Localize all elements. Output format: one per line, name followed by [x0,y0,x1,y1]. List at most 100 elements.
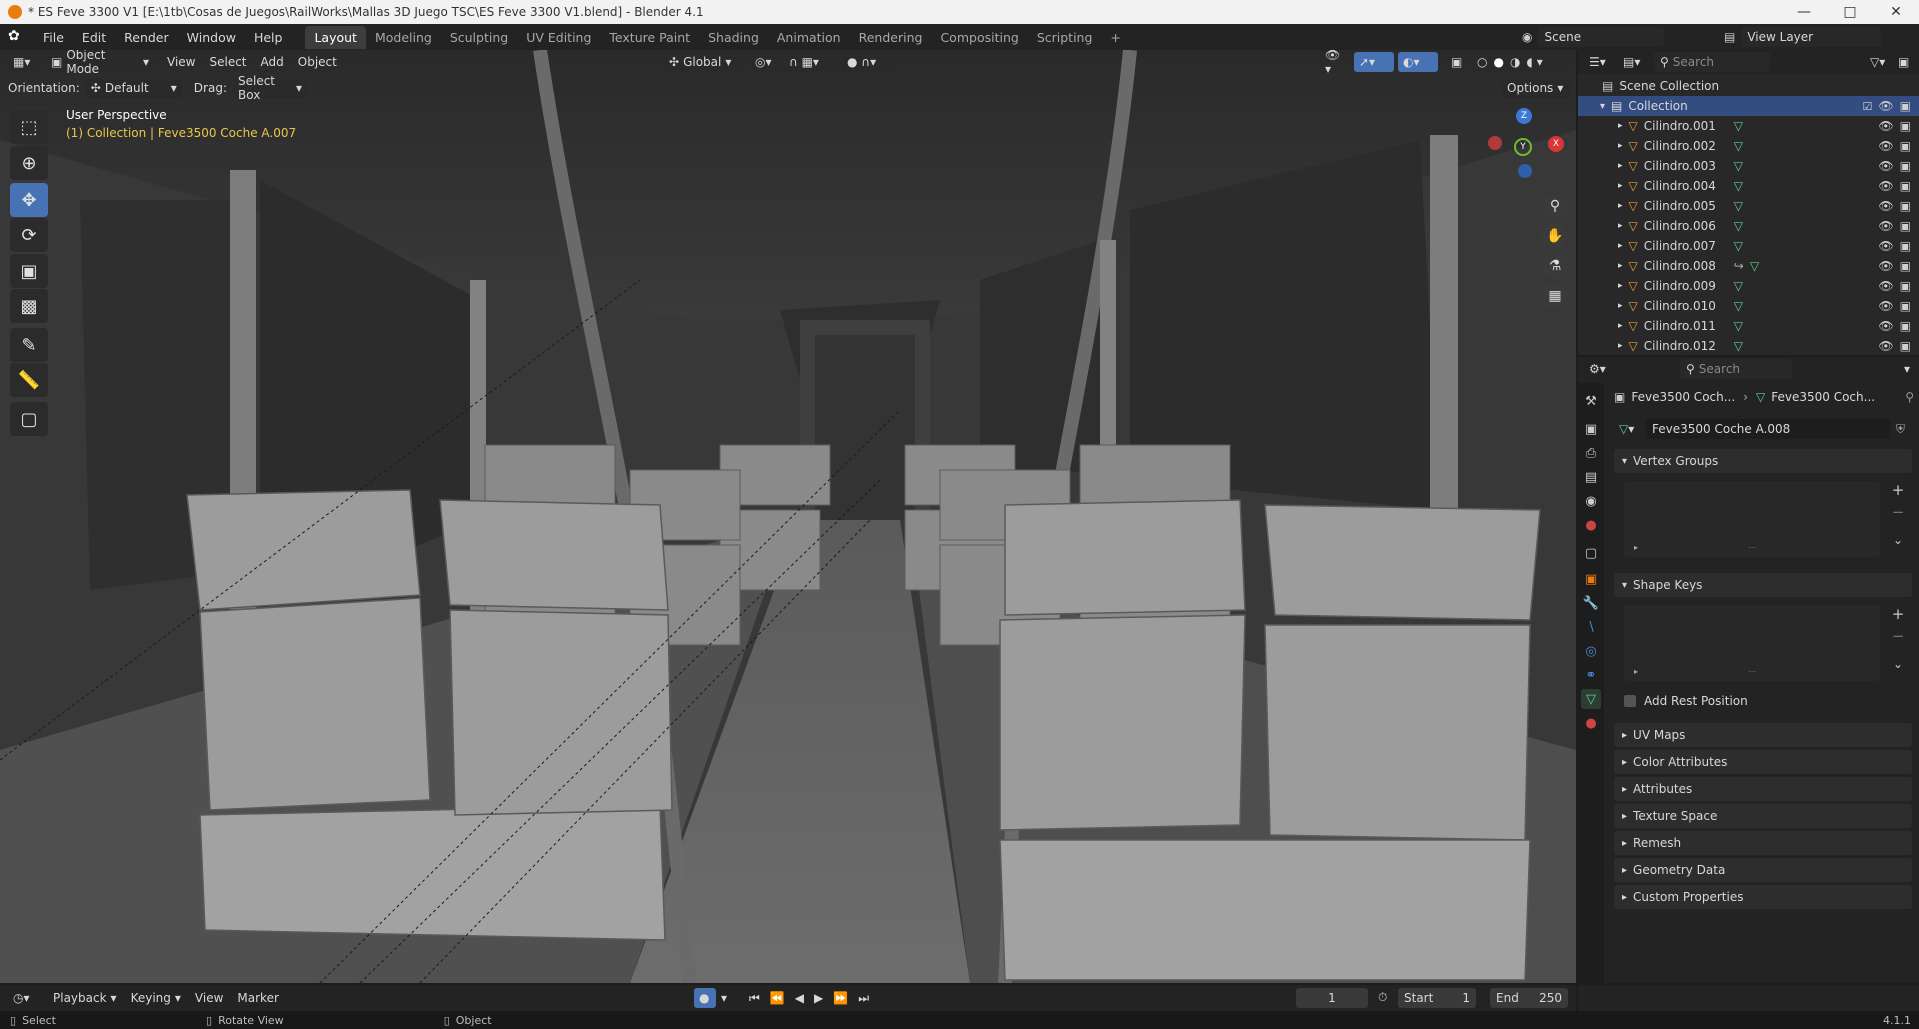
mesh-data-icon[interactable]: ▽ [1734,339,1743,353]
mesh-data-icon[interactable]: ▽ [1750,259,1759,273]
3d-viewport[interactable]: ▦▾ ▣ Object Mode ▾ View Select Add Objec… [0,50,1576,983]
modifier-icon[interactable]: ↪ [1734,259,1744,273]
navigation-gizmo[interactable]: Z Y X [1476,106,1572,186]
eye-icon[interactable]: 👁 [1878,219,1893,233]
world-tab-icon[interactable]: ● [1581,515,1601,535]
rotate-tool-icon[interactable]: ⟳ [10,218,48,252]
gizmo-y-axis[interactable]: Y [1514,138,1532,156]
list-item[interactable]: ▸ ▽ Cilindro.005 ▽ 👁 ▣ [1578,196,1919,216]
transform-tool-icon[interactable]: ▩ [10,289,48,323]
tab-rendering[interactable]: Rendering [850,26,932,49]
particles-tab-icon[interactable]: ∖ [1581,617,1601,637]
tab-layout[interactable]: Layout [305,25,366,49]
chevron-right-icon[interactable]: ▸ [1618,181,1623,191]
solid-shading-icon[interactable]: ● [1493,55,1503,69]
pin-icon[interactable]: ⚲ [1905,390,1914,404]
camera-icon[interactable]: ▣ [1900,139,1911,153]
playback-menu[interactable]: Playback ▾ [48,988,122,1008]
mesh-data-icon[interactable]: ▽ [1734,319,1743,333]
list-item[interactable]: ▸ ▽ Cilindro.008 ↪ ▽ 👁 ▣ [1578,256,1919,276]
mesh-data-icon[interactable]: ▽ [1734,179,1743,193]
eye-icon[interactable]: 👁 [1878,299,1893,313]
chevron-down-icon[interactable]: ▾ [716,988,732,1008]
eye-icon[interactable]: 👁 [1878,279,1893,293]
overlay-toggle-icon[interactable]: ◐▾ [1398,52,1438,72]
scale-tool-icon[interactable]: ▣ [10,254,48,288]
scene-selector[interactable]: ◉ Scene [1522,27,1665,47]
grid-perspective-icon[interactable]: ▦ [1542,283,1568,309]
jump-end-icon[interactable]: ⏭ [853,988,874,1008]
list-item[interactable]: ▸ ▽ Cilindro.006 ▽ 👁 ▣ [1578,216,1919,236]
wireframe-shading-icon[interactable]: ○ [1477,55,1487,69]
record-icon[interactable]: ● [694,988,716,1008]
eye-icon[interactable]: 👁 [1878,139,1893,153]
camera-icon[interactable]: ▣ [1900,259,1911,273]
tab-modeling[interactable]: Modeling [366,26,441,49]
chevron-right-icon[interactable]: ▸ [1618,221,1623,231]
tab-shading[interactable]: Shading [699,26,768,49]
list-item[interactable]: ▸ ▽ Cilindro.004 ▽ 👁 ▣ [1578,176,1919,196]
marker-menu[interactable]: Marker [232,988,283,1008]
editor-type-icon[interactable]: ▦▾ [8,52,40,72]
mesh-browse-icon[interactable]: ▽ ▾ [1614,419,1642,439]
eye-icon[interactable]: 👁 [1878,319,1893,333]
checkbox-icon[interactable]: ☑ [1863,100,1873,113]
timeline-view-menu[interactable]: View [190,988,228,1008]
eye-icon[interactable]: 👁 [1878,239,1893,253]
blender-menu-icon[interactable]: ✿ [8,28,26,46]
chevron-right-icon[interactable]: ▸ [1618,261,1623,271]
shape-keys-panel-header[interactable]: ▾ Shape Keys [1614,573,1912,597]
eye-icon[interactable]: 👁 [1878,99,1893,113]
tool-tab-icon[interactable]: ⚒ [1581,391,1601,411]
list-item[interactable]: ▸ ▽ Cilindro.007 ▽ 👁 ▣ [1578,236,1919,256]
fake-user-shield-icon[interactable]: ⛨ [1896,422,1905,437]
display-mode-icon[interactable]: ▤▾ [1618,52,1648,72]
filter-icon[interactable]: ▽▾ [1865,52,1893,72]
render-tab-icon[interactable]: ▣ [1581,419,1601,439]
list-item[interactable]: ▸ ▽ Cilindro.002 ▽ 👁 ▣ [1578,136,1919,156]
tab-uv-editing[interactable]: UV Editing [517,26,600,49]
chevron-right-icon[interactable]: ▸ [1618,321,1623,331]
tab-texture-paint[interactable]: Texture Paint [600,26,699,49]
menu-select[interactable]: Select [204,52,251,72]
gizmo-neg-z-icon[interactable] [1518,164,1532,178]
scene-field[interactable]: Scene [1538,27,1665,47]
eye-icon[interactable]: 👁 [1878,199,1893,213]
view-layer-field[interactable]: View Layer [1741,27,1882,47]
start-frame-field[interactable]: Start 1 [1398,988,1476,1008]
options-button[interactable]: Options ▾ [1502,78,1570,98]
output-tab-icon[interactable]: ⎙ [1581,443,1601,463]
physics-tab-icon[interactable]: ◎ [1581,641,1601,661]
material-tab-icon[interactable]: ● [1581,713,1601,733]
mesh-name-field[interactable]: Feve3500 Coche A.008 [1646,419,1890,439]
list-item[interactable]: ▸ ▽ Cilindro.009 ▽ 👁 ▣ [1578,276,1919,296]
mesh-data-tab-icon[interactable]: ▽ [1581,689,1601,709]
new-collection-icon[interactable]: ▣ [1893,52,1915,72]
attributes-panel-header[interactable]: ▸ Attributes [1614,777,1912,801]
vertex-group-menu-icon[interactable]: ⌄ [1888,533,1908,553]
add-shape-key-icon[interactable]: + [1888,605,1908,625]
gizmo-z-axis[interactable]: Z [1516,108,1532,124]
editor-type-icon[interactable]: ◷▾ [8,988,38,1008]
chevron-down-icon[interactable]: ▾ [1537,55,1543,69]
add-rest-position-row[interactable]: Add Rest Position [1624,691,1748,711]
cursor-tool-icon[interactable]: ⊕ [10,146,48,180]
list-item[interactable]: ▸ ▽ Cilindro.011 ▽ 👁 ▣ [1578,316,1919,336]
menu-edit[interactable]: Edit [73,30,115,45]
list-item[interactable]: ▸ ▽ Cilindro.001 ▽ 👁 ▣ [1578,116,1919,136]
camera-icon[interactable]: ▣ [1900,119,1911,133]
resize-handle-icon[interactable]: ⋯ [1748,543,1756,552]
current-frame-field[interactable]: 1 [1296,988,1368,1008]
add-workspace-icon[interactable]: + [1101,26,1129,49]
eye-icon[interactable]: 👁 [1878,259,1893,273]
camera-icon[interactable]: ▣ [1900,239,1911,253]
menu-object[interactable]: Object [293,52,342,72]
chevron-right-icon[interactable]: ▸ [1618,161,1623,171]
color-attributes-panel-header[interactable]: ▸ Color Attributes [1614,750,1912,774]
orientation-select[interactable]: ✣ Default ▾ [85,78,182,98]
scene-tab-icon[interactable]: ◉ [1581,491,1601,511]
minimize-icon[interactable]: — [1781,0,1827,24]
camera-icon[interactable]: ▣ [1900,299,1911,313]
properties-search[interactable]: ⚲ Search [1680,359,1792,379]
uv-maps-panel-header[interactable]: ▸ UV Maps [1614,723,1912,747]
